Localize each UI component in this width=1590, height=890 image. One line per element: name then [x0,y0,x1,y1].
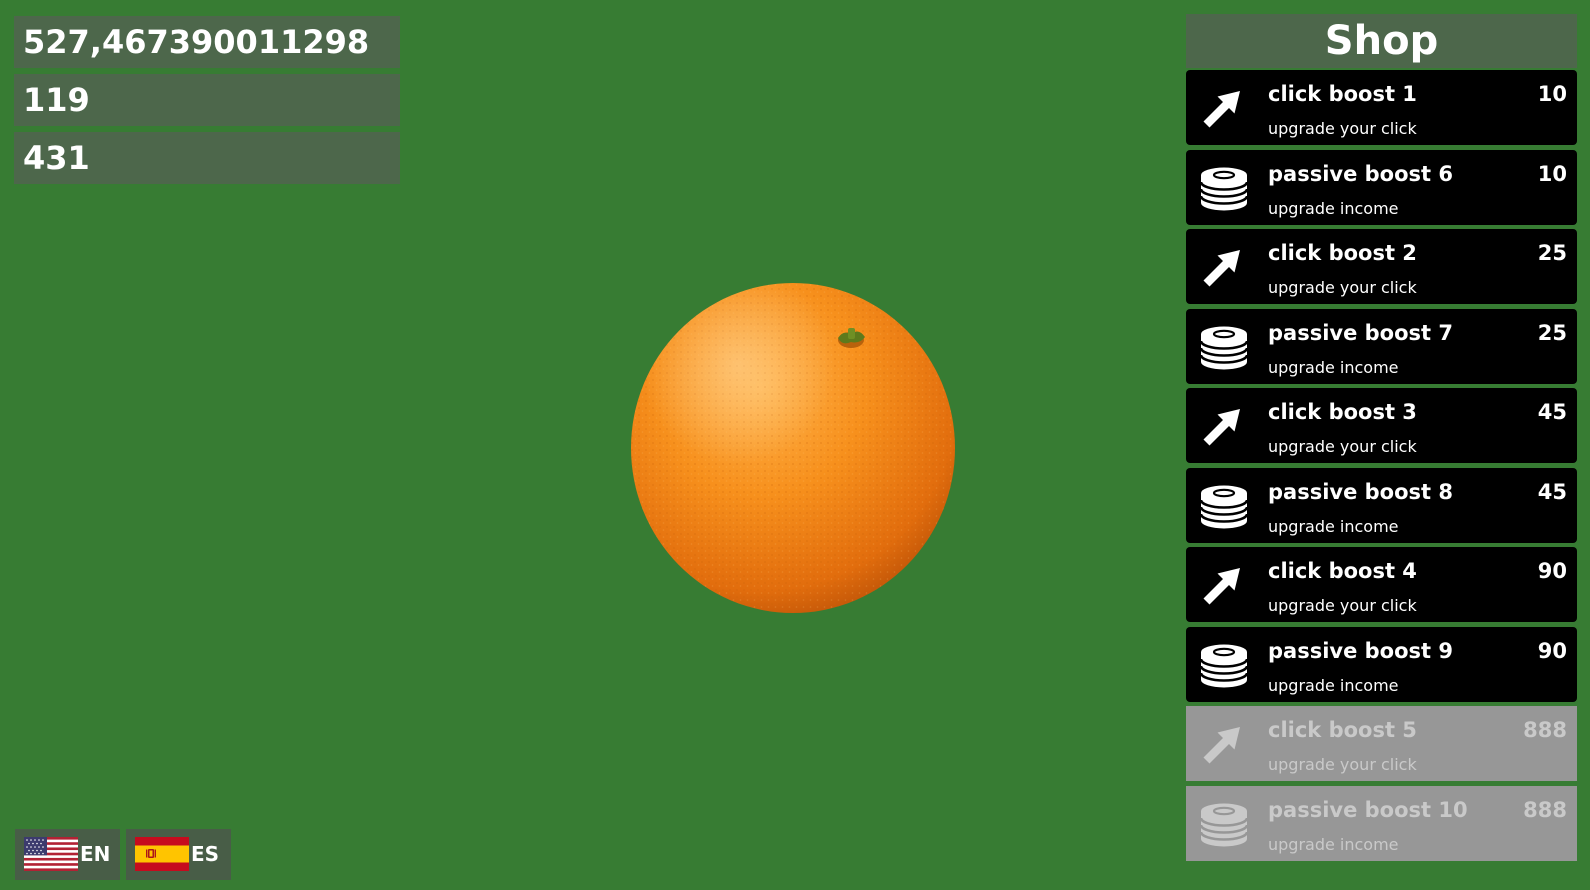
shop-item[interactable]: click boost 3 upgrade your click 45 [1186,388,1577,463]
shop-item-price: 45 [1537,479,1567,504]
language-button-en[interactable]: EN [15,829,120,880]
shop-item-description: upgrade your click [1268,119,1417,138]
shop-item-description: upgrade income [1268,357,1399,377]
arrow-icon [1198,83,1250,133]
shop-item-title: passive boost 7 [1268,320,1453,345]
shop-item-title: click boost 4 [1268,559,1417,583]
shop-item[interactable]: click boost 5 upgrade your click 888 [1186,706,1577,781]
shop-item[interactable]: click boost 4 upgrade your click 90 [1186,547,1577,622]
shop-item-title: click boost 1 [1268,82,1417,106]
arrow-icon [1198,401,1250,451]
shop-item-title: passive boost 6 [1268,161,1453,186]
shop-item-price: 25 [1537,241,1567,265]
shop-item-price: 10 [1537,82,1567,106]
coins-icon [1198,163,1250,213]
shop-item-description: upgrade income [1268,198,1399,218]
shop-item-title: passive boost 8 [1268,479,1453,504]
orange-icon [631,283,955,613]
shop-item-title: click boost 3 [1268,400,1417,424]
shop-item-description: upgrade your click [1268,596,1417,615]
shop-item-price: 888 [1523,718,1567,742]
shop-item-list: click boost 1 upgrade your click 10 passive… [1186,70,1577,861]
coins-icon [1198,640,1250,690]
shop-item-price: 888 [1523,797,1567,822]
shop-item-title: passive boost 10 [1268,797,1468,822]
shop-item-price: 25 [1537,320,1567,345]
per-second-counter: 431 [14,132,400,184]
arrow-icon [1198,560,1250,610]
shop-item-description: upgrade your click [1268,437,1417,456]
shop-item-description: upgrade your click [1268,278,1417,297]
language-button-es[interactable]: ES [126,829,231,880]
shop-title: Shop [1186,14,1577,68]
shop-item[interactable]: passive boost 7 upgrade income 25 [1186,308,1577,384]
language-label-es: ES [191,842,220,866]
shop-item-description: upgrade income [1268,834,1399,854]
shop-item[interactable]: click boost 1 upgrade your click 10 [1186,70,1577,145]
shop-item-title: click boost 5 [1268,718,1417,742]
coins-icon [1198,799,1250,849]
shop-item-description: upgrade your click [1268,755,1417,774]
shop-item-price: 10 [1537,161,1567,186]
shop-item-price: 45 [1537,400,1567,424]
shop-item[interactable]: passive boost 6 upgrade income 10 [1186,149,1577,225]
total-counter: 527,467390011298 [14,16,400,68]
orange-clicker-button[interactable] [630,280,960,615]
game-screen: 527,467390011298 119 431 Shop click boos… [0,0,1590,890]
shop-panel: Shop click boost 1 upgrade your click 10 pa… [1186,14,1577,865]
shop-item-description: upgrade income [1268,516,1399,536]
shop-item-title: passive boost 9 [1268,638,1453,663]
per-click-counter: 119 [14,74,400,126]
spain-flag-icon [135,837,189,871]
arrow-icon [1198,242,1250,292]
coins-icon [1198,322,1250,372]
shop-item[interactable]: passive boost 8 upgrade income 45 [1186,467,1577,543]
shop-item-price: 90 [1537,559,1567,583]
shop-item-description: upgrade income [1268,675,1399,695]
shop-item[interactable]: passive boost 9 upgrade income 90 [1186,626,1577,702]
arrow-icon [1198,719,1250,769]
shop-item-price: 90 [1537,638,1567,663]
shop-item-title: click boost 2 [1268,241,1417,265]
shop-item[interactable]: click boost 2 upgrade your click 25 [1186,229,1577,304]
language-label-en: EN [80,842,111,866]
us-flag-icon [24,837,78,871]
shop-item[interactable]: passive boost 10 upgrade income 888 [1186,785,1577,861]
coins-icon [1198,481,1250,531]
